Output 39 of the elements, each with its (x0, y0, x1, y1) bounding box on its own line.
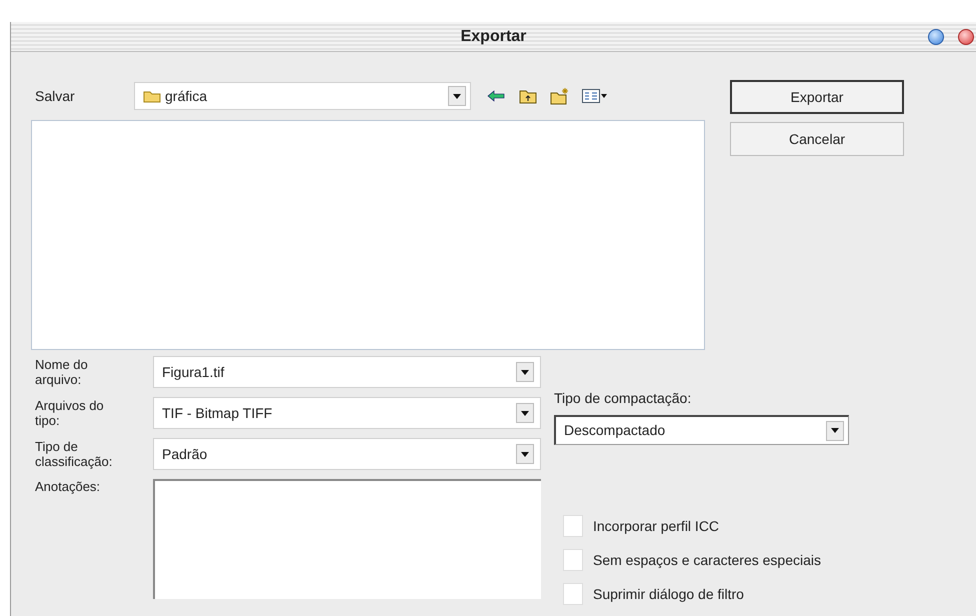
new-folder-icon (550, 87, 570, 105)
folder-up-icon (519, 88, 537, 104)
checkbox-label: Incorporar perfil ICC (593, 516, 720, 536)
compression-dropdown[interactable]: Descompactado (554, 415, 849, 445)
checkbox-label: Suprimir diálogo de filtro (593, 584, 744, 604)
list-view-icon (582, 89, 600, 103)
arrow-left-icon (487, 90, 505, 102)
compression-label: Tipo de compactação: (554, 389, 692, 408)
minimize-button[interactable] (928, 29, 944, 45)
dropdown-button[interactable] (516, 403, 534, 423)
dropdown-field[interactable]: TIF - Bitmap TIFF (153, 397, 541, 429)
save-in-label: Salvar (34, 86, 76, 106)
dropdown-button[interactable] (516, 362, 534, 382)
dropdown-button[interactable] (516, 444, 534, 464)
field-label: Arquivos do tipo: (34, 398, 105, 428)
dialog-button[interactable]: Cancelar (730, 122, 904, 156)
window-title: Exportar (460, 26, 526, 46)
dropdown-button[interactable] (826, 420, 844, 440)
field-label: Tipo de classificação: (34, 439, 114, 469)
caret-icon (521, 410, 529, 416)
folder-icon (143, 89, 161, 103)
caret-icon (453, 94, 461, 98)
folder-dropdown[interactable]: gráfica (134, 82, 471, 110)
caret-icon (521, 370, 529, 374)
dropdown-field[interactable]: Padrão (153, 438, 541, 470)
caret-icon (831, 428, 839, 433)
checkbox-label: Sem espaços e caracteres especiais (593, 550, 821, 570)
caret-icon (521, 452, 529, 456)
dropdown-button[interactable] (448, 86, 466, 106)
checkbox[interactable] (563, 515, 583, 537)
close-button[interactable] (958, 29, 974, 45)
annotations-field[interactable] (153, 479, 541, 599)
field-label: Anotações: (34, 479, 102, 494)
dropdown-field[interactable]: Figura1.tif (153, 356, 541, 388)
caret-icon (600, 94, 606, 98)
dialog-button[interactable]: Exportar (730, 80, 904, 114)
checkbox[interactable] (563, 583, 583, 605)
field-label: Nome do arquivo: (34, 357, 89, 387)
checkbox[interactable] (563, 549, 583, 571)
